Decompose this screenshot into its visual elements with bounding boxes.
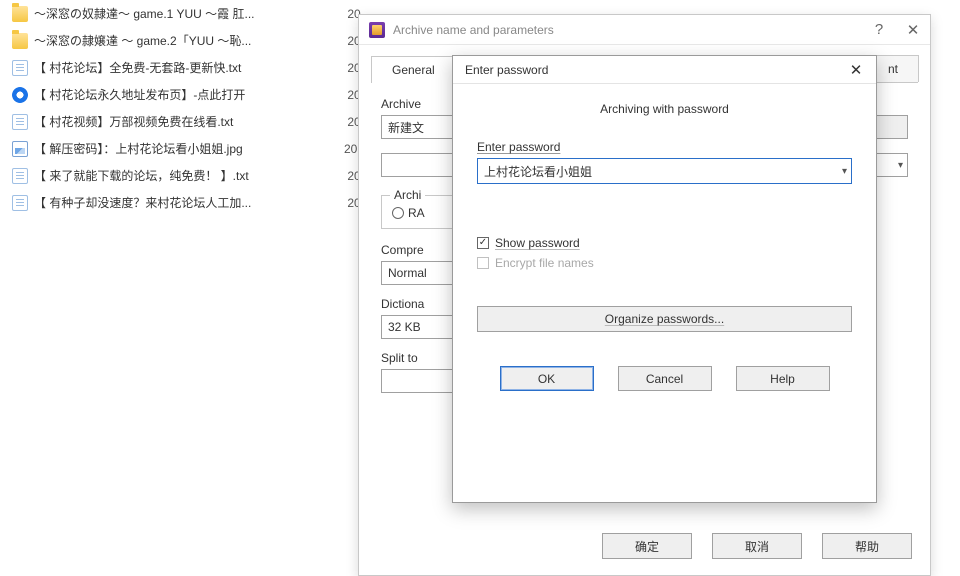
tab-general[interactable]: General	[371, 56, 456, 83]
window-controls: ? ✕	[862, 15, 930, 45]
split-label: Split to	[381, 351, 461, 365]
cancel-button[interactable]: Cancel	[618, 366, 712, 391]
organize-passwords-label: Organize passwords...	[605, 312, 724, 326]
file-list: ～深窓の奴隷達～ game.1 YUU ～霞 肛...20. ～深窓の隷嬢達 ～…	[0, 0, 370, 216]
file-row[interactable]: ～深窓の隷嬢達 ～ game.2「YUU ～恥...20.	[0, 27, 370, 54]
archive-dialog: Archive name and parameters ? ✕ General …	[358, 14, 931, 576]
text-file-icon	[12, 114, 28, 130]
help-button[interactable]: 帮助	[822, 533, 912, 559]
folder-icon	[12, 33, 28, 49]
compression-combo[interactable]: Normal	[381, 261, 461, 285]
file-name: 【 村花视频】万部视频免费在线看.txt	[34, 113, 334, 130]
encrypt-filenames-label: Encrypt file names	[495, 256, 594, 270]
file-name: 【 村花论坛永久地址发布页】-点此打开	[34, 86, 334, 103]
file-row[interactable]: 【 村花视频】万部视频免费在线看.txt20.	[0, 108, 370, 135]
checkbox-icon: ✓	[477, 237, 489, 249]
file-row[interactable]: 【 村花论坛】全免费-无套路-更新快.txt20.	[0, 54, 370, 81]
format-rar-label: RA	[408, 206, 425, 220]
encrypt-filenames-checkbox[interactable]: Encrypt file names	[477, 256, 852, 270]
dialog-title-bar[interactable]: Archive name and parameters ? ✕	[359, 15, 930, 45]
archive-format-legend: Archi	[390, 188, 425, 202]
html-file-icon	[12, 87, 28, 103]
image-file-icon	[12, 141, 28, 157]
dictionary-combo[interactable]: 32 KB	[381, 315, 461, 339]
file-name: 【 村花论坛】全免费-无套路-更新快.txt	[34, 59, 334, 76]
help-button[interactable]: Help	[736, 366, 830, 391]
file-row[interactable]: 【 有种子却没速度？来村花论坛人工加...20.	[0, 189, 370, 216]
dialog-title: Archive name and parameters	[393, 23, 862, 37]
file-row[interactable]: 【 解压密码】：上村花论坛看小姐姐.jpg201	[0, 135, 370, 162]
text-file-icon	[12, 195, 28, 211]
file-name: 【 解压密码】：上村花论坛看小姐姐.jpg	[34, 140, 334, 157]
text-file-icon	[12, 168, 28, 184]
archive-format-group: Archi RA	[381, 195, 461, 229]
archive-name-value: 新建文	[388, 119, 424, 136]
ok-button[interactable]: OK	[500, 366, 594, 391]
file-row[interactable]: 【 来了就能下载的论坛，纯免费！ 】.txt20.	[0, 162, 370, 189]
organize-passwords-button[interactable]: Organize passwords...	[477, 306, 852, 332]
dialog-buttons: 确定 取消 帮助	[602, 533, 912, 559]
dictionary-value: 32 KB	[388, 320, 421, 334]
show-password-label: Show password	[495, 236, 580, 250]
help-button[interactable]: ?	[862, 15, 896, 45]
format-rar-radio[interactable]: RA	[392, 206, 425, 220]
ok-button[interactable]: 确定	[602, 533, 692, 559]
split-combo[interactable]	[381, 369, 461, 393]
password-value: 上村花论坛看小姐姐	[484, 163, 592, 180]
compression-label: Compre	[381, 243, 461, 257]
radio-icon	[392, 207, 404, 219]
chevron-down-icon[interactable]: ▾	[842, 166, 847, 177]
password-heading: Archiving with password	[477, 102, 852, 116]
cancel-button[interactable]: 取消	[712, 533, 802, 559]
password-dialog-title-bar[interactable]: Enter password ✕	[453, 56, 876, 84]
file-name: ～深窓の隷嬢達 ～ game.2「YUU ～恥...	[34, 32, 334, 49]
close-icon[interactable]: ✕	[844, 61, 868, 79]
text-file-icon	[12, 60, 28, 76]
password-input[interactable]: 上村花论坛看小姐姐 ▾	[477, 158, 852, 184]
folder-icon	[12, 6, 28, 22]
close-button[interactable]: ✕	[896, 15, 930, 45]
file-name: ～深窓の奴隷達～ game.1 YUU ～霞 肛...	[34, 5, 334, 22]
file-name: 【 有种子却没速度？来村花论坛人工加...	[34, 194, 334, 211]
password-dialog: Enter password ✕ Archiving with password…	[452, 55, 877, 503]
password-dialog-title: Enter password	[465, 63, 548, 77]
file-name: 【 来了就能下载的论坛，纯免费！ 】.txt	[34, 167, 334, 184]
enter-password-label: Enter password	[477, 140, 852, 154]
file-row[interactable]: ～深窓の奴隷達～ game.1 YUU ～霞 肛...20.	[0, 0, 370, 27]
compression-value: Normal	[388, 266, 427, 280]
chevron-down-icon: ▾	[898, 160, 903, 171]
password-dialog-buttons: OK Cancel Help	[477, 366, 852, 391]
checkbox-icon	[477, 257, 489, 269]
file-row[interactable]: 【 村花论坛永久地址发布页】-点此打开20.	[0, 81, 370, 108]
dictionary-label: Dictiona	[381, 297, 461, 311]
winrar-icon	[369, 22, 385, 38]
show-password-checkbox[interactable]: ✓ Show password	[477, 236, 852, 250]
